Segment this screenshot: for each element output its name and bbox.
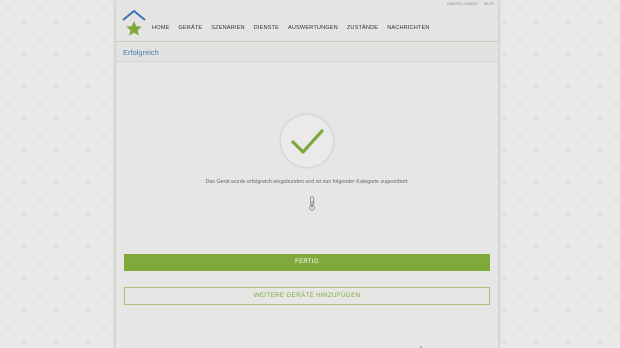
nav-item-dienste[interactable]: DIENSTE xyxy=(254,25,279,31)
nav-item-home[interactable]: HOME xyxy=(152,25,169,31)
nav-item-zustaende[interactable]: ZUSTÄNDE xyxy=(347,25,378,31)
add-more-devices-button[interactable]: WEITERE GERÄTE HINZUFÜGEN xyxy=(124,287,490,305)
success-message: Das Gerät wurde erfolgreich eingebunden … xyxy=(205,179,409,185)
app-window: EINSTELLUNGEN HILFE HOME GERÄTE SZENARIE… xyxy=(116,0,498,348)
nav-item-szenarien[interactable]: SZENARIEN xyxy=(211,25,244,31)
help-link[interactable]: HILFE xyxy=(484,2,494,6)
nav-item-nachrichten[interactable]: NACHRICHTEN xyxy=(387,25,429,31)
header: EINSTELLUNGEN HILFE HOME GERÄTE SZENARIE… xyxy=(116,0,498,42)
page-title: Erfolgreich xyxy=(123,48,159,57)
nav-item-auswertungen[interactable]: AUSWERTUNGEN xyxy=(288,25,338,31)
utility-links: EINSTELLUNGEN HILFE xyxy=(447,2,494,6)
main-nav: HOME GERÄTE SZENARIEN DIENSTE AUSWERTUNG… xyxy=(152,25,430,31)
house-star-logo[interactable] xyxy=(121,8,147,38)
thermometer-icon xyxy=(308,196,316,211)
settings-link[interactable]: EINSTELLUNGEN xyxy=(447,2,477,6)
page-title-bar: Erfolgreich xyxy=(116,43,498,62)
nav-item-geraete[interactable]: GERÄTE xyxy=(178,25,202,31)
success-badge xyxy=(281,115,333,167)
mouse-cursor-icon xyxy=(420,340,425,348)
check-icon xyxy=(291,129,324,154)
fertig-button[interactable]: FERTIG xyxy=(124,254,490,271)
